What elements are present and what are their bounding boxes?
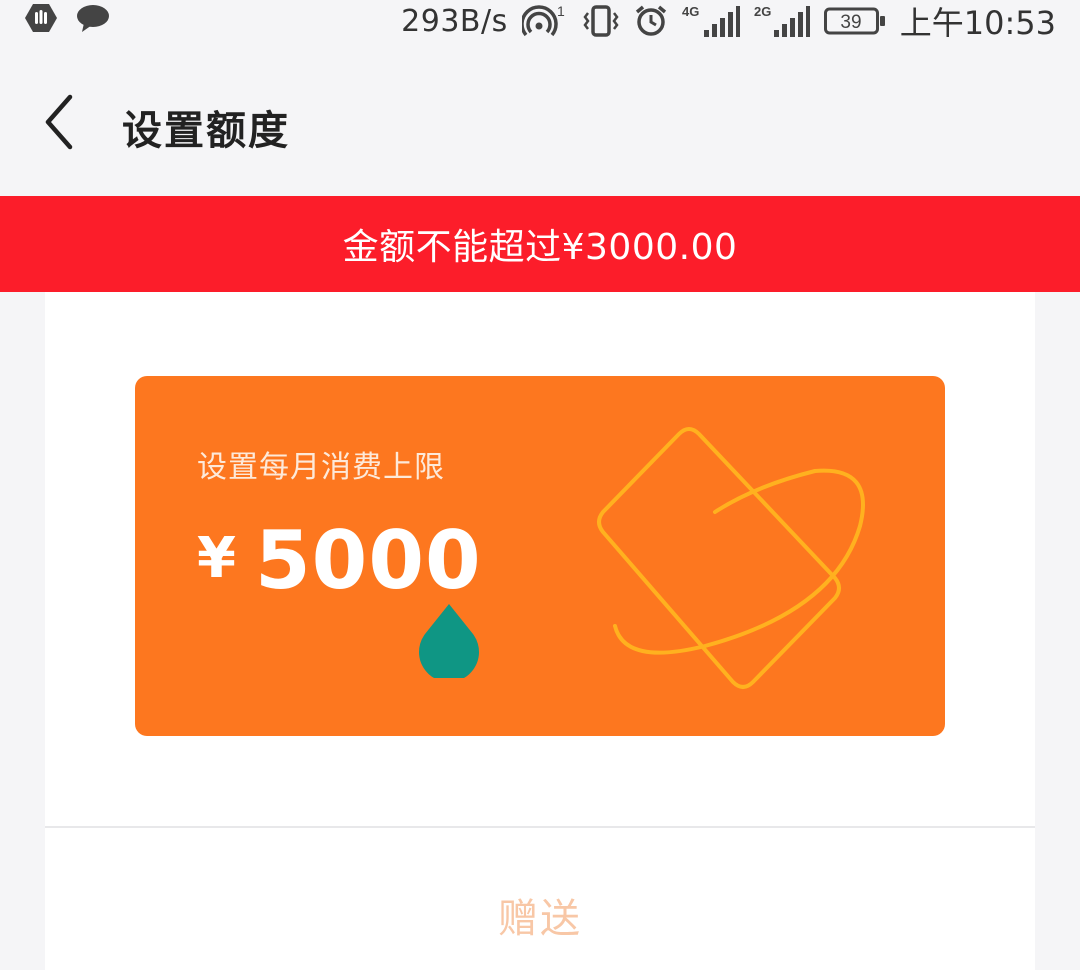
- status-bar: 293B/s 1 4G 2G 39 上午10:53: [0, 0, 1080, 42]
- content-panel: 设置每月消费上限 ¥ 5000 赠送: [45, 292, 1035, 970]
- clock: 上午10:53: [899, 4, 1056, 42]
- card-orbit-icon: [597, 427, 865, 689]
- back-button[interactable]: [30, 87, 90, 157]
- status-right-icons: 293B/s 1 4G 2G 39 上午10:53: [401, 0, 1056, 43]
- battery-level: 39: [840, 12, 861, 33]
- limit-card: 设置每月消费上限 ¥ 5000: [135, 376, 945, 736]
- chat-bubble-icon: [76, 3, 110, 33]
- wifi-hotspot-icon: 1: [521, 4, 568, 38]
- chevron-left-icon: [45, 94, 73, 150]
- signal-2g-icon: 2G: [754, 4, 810, 38]
- net-speed: 293B/s: [401, 3, 508, 39]
- hotspot-badge: 1: [557, 4, 565, 19]
- currency-symbol: ¥: [197, 526, 236, 591]
- status-left-icons: [24, 3, 110, 33]
- gift-button[interactable]: 赠送: [45, 860, 1035, 970]
- divider: [45, 826, 1035, 828]
- hand-icon: [24, 3, 58, 33]
- app-bar: 设置额度: [0, 42, 1080, 196]
- cursor-handle[interactable]: [417, 602, 481, 682]
- battery-icon: 39: [823, 4, 886, 38]
- error-banner: 金额不能超过¥3000.00: [0, 196, 1080, 292]
- limit-label: 设置每月消费上限: [197, 450, 445, 485]
- signal-4g-icon: 4G: [682, 4, 740, 38]
- signal-2g-label: 2G: [754, 4, 771, 19]
- limit-amount-input[interactable]: 5000: [255, 514, 482, 607]
- drop-handle-icon: [419, 604, 479, 682]
- alarm-icon: [634, 4, 668, 38]
- error-message: 金额不能超过¥3000.00: [342, 227, 738, 268]
- vibrate-icon: [582, 4, 620, 38]
- signal-4g-label: 4G: [682, 4, 699, 19]
- page-title: 设置额度: [122, 108, 290, 154]
